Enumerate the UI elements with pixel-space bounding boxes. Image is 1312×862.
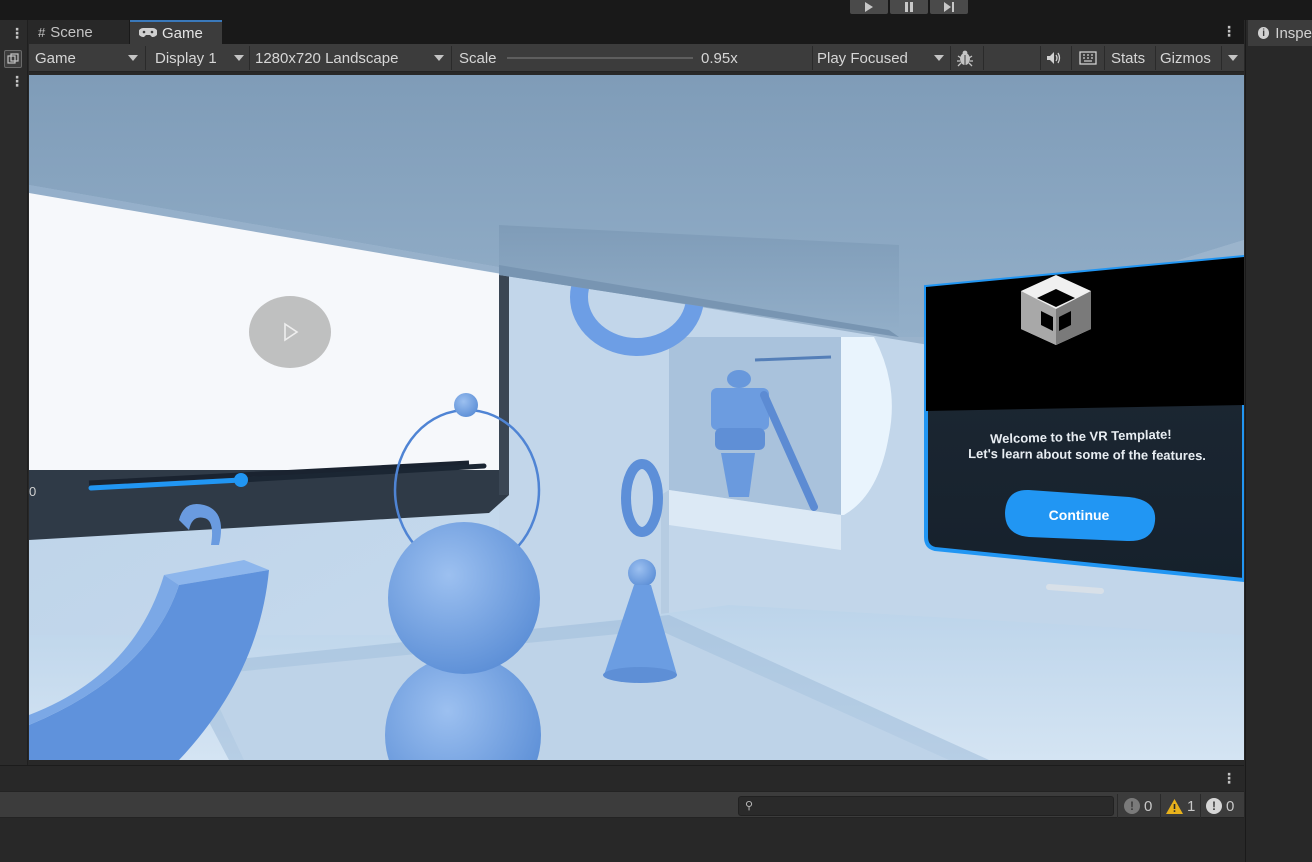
error-count: 0 [1144,797,1153,815]
kebab-menu-icon[interactable]: ⋮ [10,26,24,40]
gizmos-dropdown[interactable] [1223,46,1243,70]
shortcuts-button[interactable] [1079,46,1099,70]
divider [1200,794,1201,818]
play-mode-dropdown[interactable]: Play Focused [817,46,947,70]
divider [1160,794,1161,818]
tab-inspector[interactable]: i Inspe [1248,20,1312,46]
warning-count-toggle[interactable]: 1 [1166,795,1195,817]
scale-label: Scale [459,49,497,67]
stats-button[interactable]: Stats [1111,46,1145,70]
video-progress-handle [234,473,248,487]
vr-scene-render: 0 Welcome to the VR Template! Let's lear… [29,75,1244,760]
divider [983,46,984,70]
chevron-down-icon [234,55,244,61]
mute-audio-button[interactable] [1046,46,1066,70]
divider [1117,794,1118,818]
divider [1104,46,1105,70]
game-viewport[interactable]: 0 Welcome to the VR Template! Let's lear… [29,75,1244,760]
gamepad-icon [138,26,158,41]
view-tab-bar: # Scene Game ⋮ [29,20,1244,44]
info-count-toggle[interactable]: ! 0 [1206,795,1234,817]
error-count-toggle[interactable]: ! 0 [1124,795,1152,817]
error-icon: ! [1124,798,1140,814]
display-value: Display 1 [155,49,217,67]
divider [1071,46,1072,70]
kebab-menu-icon[interactable]: ⋮ [1222,24,1236,38]
divider [249,46,250,70]
keyboard-icon [1079,51,1097,65]
console-log-area [0,818,1244,862]
console-tab-bar: ⋮ [0,765,1244,791]
kebab-menu-icon[interactable]: ⋮ [10,74,24,88]
resolution-dropdown[interactable]: 1280x720 Landscape [255,46,449,70]
game-toolbar: Game Display 1 1280x720 Landscape Scale … [29,44,1244,72]
divider [1221,46,1222,70]
chevron-down-icon [128,55,138,61]
view-mode-value: Game [35,49,76,67]
step-button[interactable] [930,0,968,14]
info-icon: ! [1206,798,1222,814]
divider [950,46,951,70]
divider [145,46,146,70]
video-time-text: 0 [29,484,36,499]
step-icon [944,2,954,12]
bug-icon [957,50,973,67]
resolution-value: 1280x720 Landscape [255,49,399,67]
kebab-menu-icon[interactable]: ⋮ [1222,771,1236,785]
grid-icon: # [38,24,46,40]
inspector-panel [1245,20,1312,862]
tab-label: Game [162,24,203,42]
chevron-down-icon [934,55,944,61]
warning-count: 1 [1187,797,1196,815]
pause-button[interactable] [890,0,928,14]
divider [1155,46,1156,70]
view-mode-dropdown[interactable]: Game [35,46,143,70]
maximize-icon[interactable] [4,50,22,68]
search-icon: ⚲ [745,800,754,812]
play-icon [865,2,873,12]
chevron-down-icon [1228,55,1238,61]
panel-grab-handle [1046,584,1104,594]
inspector-tab-label: Inspe [1275,24,1312,42]
tab-scene[interactable]: # Scene [29,20,129,44]
play-mode-value: Play Focused [817,49,908,67]
divider [812,46,813,70]
info-count: 0 [1226,797,1235,815]
divider [1040,46,1041,70]
console-search-input[interactable]: ⚲ [738,796,1114,816]
gizmos-button[interactable]: Gizmos [1160,46,1211,70]
warning-icon [1166,798,1183,814]
debug-button[interactable] [956,46,976,70]
speaker-icon [1047,52,1061,64]
left-panel-strip: ⋮ ⋮ [0,20,28,765]
divider [451,46,452,70]
console-toolbar: ⚲ ! 0 1 ! 0 [0,791,1244,818]
pause-icon [905,2,913,12]
tab-game[interactable]: Game [130,20,222,44]
tab-label: Scene [50,23,93,41]
play-button[interactable] [850,0,888,14]
scale-value: 0.95x [701,49,738,67]
play-controls-bar [0,0,1312,20]
display-dropdown[interactable]: Display 1 [155,46,247,70]
continue-button[interactable]: Continue [1005,489,1156,542]
continue-label: Continue [1049,507,1110,523]
welcome-subtitle: Let's learn about some of the features. [968,446,1206,463]
chevron-down-icon [434,55,444,61]
video-play-button [249,296,331,368]
scale-slider[interactable] [507,57,693,59]
info-icon: i [1258,27,1270,39]
